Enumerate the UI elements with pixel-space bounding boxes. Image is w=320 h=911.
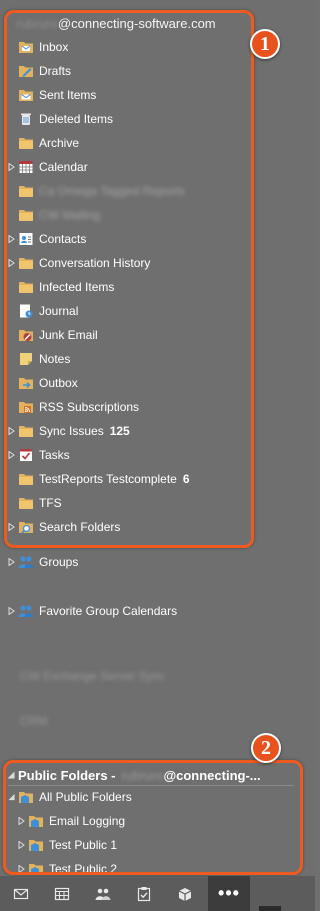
calendar-icon — [54, 887, 69, 900]
groups-row[interactable]: Groups — [6, 550, 78, 574]
folders-icon — [178, 887, 191, 901]
mail-nav-button[interactable] — [0, 876, 41, 911]
tasks-icon — [137, 886, 150, 901]
mail-icon — [13, 888, 28, 899]
blurred-account-1[interactable]: CW Exchange Server Sync — [20, 666, 165, 686]
blurred-account-2[interactable]: CRM — [20, 711, 47, 731]
favorite-group-calendars-row[interactable]: Favorite Group Calendars — [6, 599, 177, 623]
expand-arrow-icon[interactable] — [6, 550, 16, 574]
callout-box-2 — [3, 760, 303, 875]
callout-box-1 — [4, 10, 254, 548]
people-icon — [95, 888, 110, 900]
groups-label: Groups — [39, 555, 79, 569]
more-icon: ••• — [218, 883, 240, 903]
groups-icon — [18, 554, 34, 570]
people-nav-button[interactable] — [82, 876, 123, 911]
folders-nav-button[interactable] — [164, 876, 205, 911]
favorite-group-calendars-label: Favorite Group Calendars — [39, 604, 178, 618]
groups-icon — [18, 603, 34, 619]
callout-badge-1: 1 — [250, 29, 280, 59]
expand-arrow-icon[interactable] — [6, 599, 16, 623]
more-nav-button[interactable]: ••• — [208, 876, 250, 911]
callout-badge-2: 2 — [251, 733, 281, 763]
calendar-nav-button[interactable] — [41, 876, 82, 911]
scrollbar-thumb[interactable] — [259, 906, 281, 911]
tasks-nav-button[interactable] — [123, 876, 164, 911]
